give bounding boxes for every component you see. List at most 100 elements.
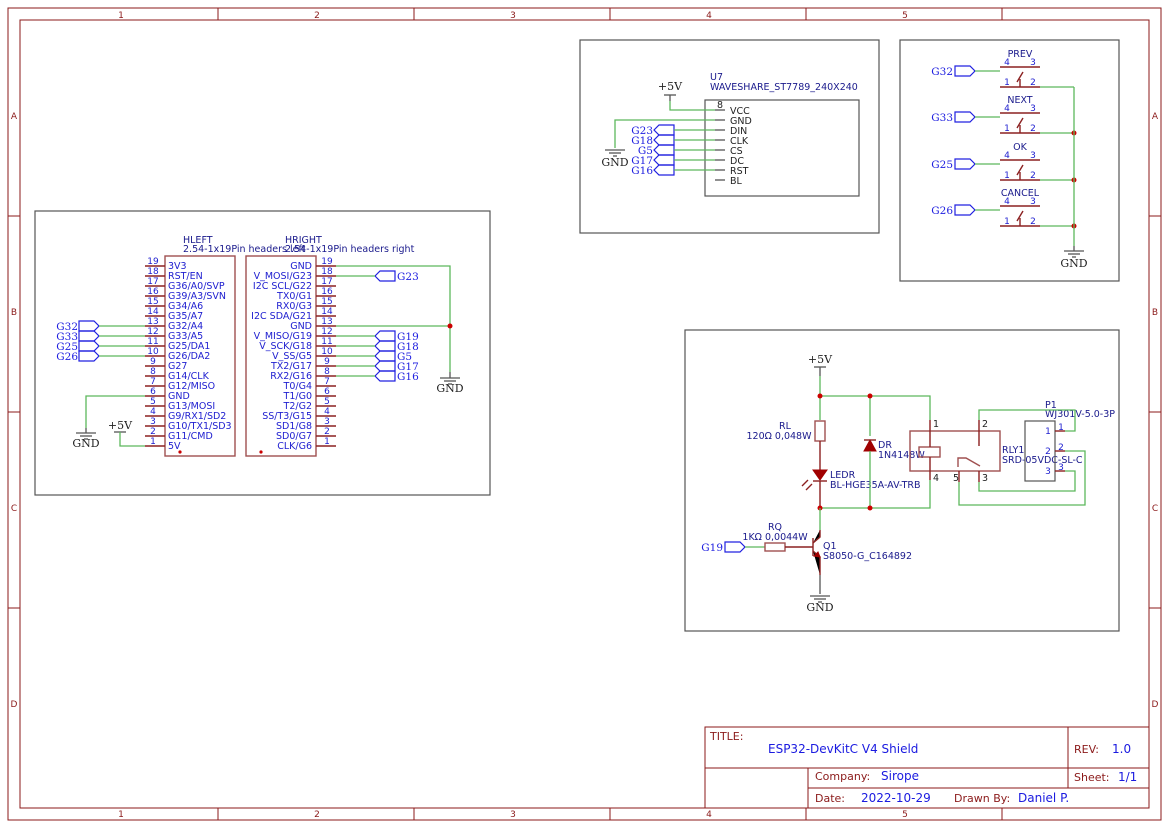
pin1-marker xyxy=(178,450,182,454)
net-flag-icon xyxy=(653,124,675,136)
relay-block: +5VRL120Ω 0,048WLEDRBL-HGE35A-AV-TRBDR1N… xyxy=(684,329,1120,632)
pin-number: 4 xyxy=(1004,104,1010,114)
pin-number: 1 xyxy=(1004,78,1010,88)
rev-label: REV: xyxy=(1074,743,1099,756)
pin-number: 3 xyxy=(150,417,156,427)
power-label: +5V xyxy=(808,353,833,366)
pin-number: 18 xyxy=(147,267,159,277)
row-label: A xyxy=(1152,112,1159,122)
row-label: D xyxy=(11,700,18,710)
net-flag-icon xyxy=(954,111,976,123)
net-label: G19 xyxy=(701,542,723,554)
pin-number: 4 xyxy=(324,407,330,417)
pin-number: 10 xyxy=(321,347,333,357)
column-label: 3 xyxy=(510,810,516,820)
pin-number: 14 xyxy=(321,307,333,317)
pin-number: 3 xyxy=(1030,151,1036,161)
net-flag-icon xyxy=(374,270,396,282)
column-label: 1 xyxy=(118,810,124,820)
net-flag-icon xyxy=(954,204,976,216)
ledr-value: BL-HGE35A-AV-TRB xyxy=(830,480,921,491)
gnd-label: GND xyxy=(72,437,99,450)
pin-number: 8 xyxy=(324,367,330,377)
pin-number: 3 xyxy=(324,417,330,427)
pin-number: 17 xyxy=(147,277,158,287)
pin-number: 13 xyxy=(321,317,332,327)
column-label: 2 xyxy=(314,810,320,820)
pin-number: 11 xyxy=(147,337,158,347)
pin-number: 3 xyxy=(982,473,988,484)
date-value: 2022-10-29 xyxy=(861,791,931,805)
pin-number: 1 xyxy=(324,437,330,447)
pin-number: 3 xyxy=(1045,467,1051,477)
rl-value: 120Ω 0,048W xyxy=(746,431,812,442)
net-flag-icon xyxy=(653,144,675,156)
net-flag-icon xyxy=(374,350,396,362)
row-label: C xyxy=(1152,504,1158,514)
pin1-marker xyxy=(259,450,263,454)
net-flag-icon xyxy=(653,154,675,166)
net-label: G25 xyxy=(931,159,953,171)
pin-number: 19 xyxy=(147,257,159,267)
net-flag-icon xyxy=(374,360,396,372)
display-block: U7WAVESHARE_ST7789_240X2408VCCGNDDINCLKC… xyxy=(579,39,880,234)
pin-number: 2 xyxy=(1030,217,1036,227)
column-label: 3 xyxy=(510,11,516,21)
row-label: B xyxy=(1152,308,1158,318)
row-label: A xyxy=(11,112,18,122)
pin-label: 5V xyxy=(168,441,181,452)
column-label: 5 xyxy=(902,11,908,21)
title-block: TITLE: ESP32-DevKitC V4 Shield REV: 1.0 Comp… xyxy=(704,726,1150,809)
pin-number: 2 xyxy=(1045,447,1051,457)
rq-value: 1KΩ 0,0044W xyxy=(742,532,808,543)
button-ok: OK4 3 1 2 G25 xyxy=(931,142,1077,183)
pin-number: 7 xyxy=(150,377,156,387)
junction-dot xyxy=(447,323,453,329)
pin-number: 2 xyxy=(1030,124,1036,134)
pin-number: 3 xyxy=(1030,104,1036,114)
pin-number: 12 xyxy=(147,327,158,337)
button-next: NEXT4 3 1 2 G33 xyxy=(931,95,1077,136)
buttons-block: PREV4 31 2G32NEXT4 31 2G33OK4 31 2G25CANCEL4 31… xyxy=(899,39,1120,282)
pin-number: 2 xyxy=(150,427,156,437)
pin-number: 4 xyxy=(150,407,156,417)
display-value: WAVESHARE_ST7789_240X240 xyxy=(710,82,858,93)
gnd-label: GND xyxy=(1060,257,1087,270)
pin-number: 2 xyxy=(324,427,330,437)
pin-number: 1 xyxy=(933,419,939,430)
net-label: G26 xyxy=(56,351,78,363)
column-label: 4 xyxy=(706,11,712,21)
net-label: G23 xyxy=(397,271,419,283)
net-flag-icon xyxy=(78,350,100,362)
pin-number: 3 xyxy=(1030,197,1036,207)
pin-number: 3 xyxy=(1058,463,1064,473)
net-flag-icon xyxy=(374,370,396,382)
header-block: HLEFT2.54-1x19Pin headers leftHRIGHT2.54… xyxy=(34,210,491,496)
pin-number: 6 xyxy=(324,387,330,397)
net-flag-icon xyxy=(653,134,675,146)
net-flag-icon xyxy=(954,65,976,77)
pin-number: 4 xyxy=(933,473,939,484)
drawn-by-value: Daniel P. xyxy=(1018,791,1069,805)
net-label: G26 xyxy=(931,205,953,217)
hright-value: 2.54-1x19Pin headers right xyxy=(285,244,415,255)
company-label: Company: xyxy=(815,770,870,783)
pin-number: 4 xyxy=(1004,151,1010,161)
net-flag-icon xyxy=(954,158,976,170)
pin-number: 18 xyxy=(321,267,333,277)
button-label: NEXT xyxy=(1007,95,1032,106)
rev-value: 1.0 xyxy=(1112,742,1131,756)
net-label: G16 xyxy=(397,371,419,383)
button-label: OK xyxy=(1013,142,1027,153)
rly1-value: SRD-05VDC-SL-C xyxy=(1002,455,1083,466)
sheet-value: 1/1 xyxy=(1118,770,1137,784)
pin-number: 15 xyxy=(321,297,332,307)
title-label: TITLE: xyxy=(709,730,743,743)
net-label: G33 xyxy=(931,112,953,124)
net-flag-icon xyxy=(653,164,675,176)
button-prev: PREV4 3 1 2 G32 xyxy=(931,49,1074,88)
junction-dot xyxy=(867,393,873,399)
dr-value: 1N4148W xyxy=(878,450,925,461)
transistor-icon xyxy=(812,530,821,575)
gnd-label: GND xyxy=(806,601,833,614)
